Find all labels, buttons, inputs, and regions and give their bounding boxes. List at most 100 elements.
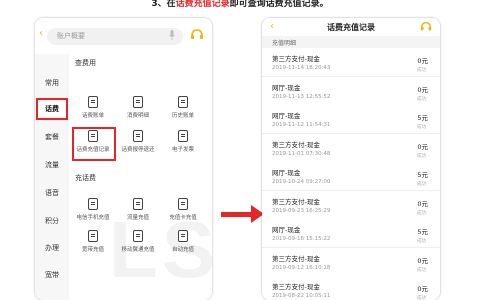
function-item[interactable]: 移动翼通充值 xyxy=(118,230,158,264)
function-panel: LSDY 查费用 充话费 话费账单消费明细历史账单话费充值记录话费报停退还电子发… xyxy=(69,54,212,300)
record-row[interactable]: 第三方支付-现金 2019-08-22 10:05:11 0元成功 xyxy=(262,276,440,300)
customer-service-icon[interactable] xyxy=(420,21,432,33)
history-bill-icon xyxy=(178,96,188,108)
category-sidebar: 常用 话费 套餐 流量 语音 积分 办理 宽带 xyxy=(35,54,69,300)
record-row[interactable]: 第三方支付-现金 2019-09-12 16:10:18 0元 成功 xyxy=(262,247,440,277)
function-item-label: 自动充值 xyxy=(171,247,194,253)
section-title-query: 查费用 xyxy=(75,59,96,67)
record-type: 网厅-现金 xyxy=(272,83,301,92)
record-time: 2019-08-22 10:05:11 xyxy=(272,293,331,299)
function-item[interactable]: 话费报停退还 xyxy=(118,130,158,164)
customer-service-icon[interactable] xyxy=(190,28,204,42)
invoice-icon xyxy=(178,130,188,142)
page-title: 话费充值记录 xyxy=(327,23,375,32)
highlight-box-recharge-record xyxy=(72,127,116,161)
record-type: 网厅-现金 xyxy=(272,169,301,177)
record-row[interactable]: 第三方支付-现金 2019-11-01 07:30:48 0元成功 xyxy=(262,133,440,163)
sidebar-item[interactable]: 积分 xyxy=(35,214,69,228)
section-title-recharge: 充话费 xyxy=(75,174,96,182)
card-recharge-icon xyxy=(178,198,188,210)
function-item-label: 历史账单 xyxy=(171,113,194,119)
record-amount: 5元 xyxy=(417,228,428,236)
record-status: 成功 xyxy=(417,182,426,187)
sidebar-item[interactable]: 套餐 xyxy=(35,130,69,144)
function-item-label: 电子发票 xyxy=(171,147,194,153)
phone-recharge-icon xyxy=(88,198,98,210)
record-status: 成功 xyxy=(417,267,426,273)
function-item[interactable]: 流量充值 xyxy=(118,198,158,232)
record-type: 第三方支付-现金 xyxy=(272,55,320,63)
records-subheader: 充值明细 xyxy=(262,36,440,48)
record-row[interactable]: 网厅-现金 2019-09-16 15:15:22 5元 成功 xyxy=(262,219,440,248)
search-placeholder: 账户概要 xyxy=(57,32,85,40)
function-item-label: 移动翼通充值 xyxy=(121,247,155,253)
phone-screen-records: ‹ 话费充值记录 充值明细 第三方支付-现金 2019-11-14 18:20:4… xyxy=(262,18,440,300)
search-input[interactable]: 账户概要 xyxy=(47,28,183,45)
record-time: 2019-09-16 15:15:22 xyxy=(272,236,331,242)
record-status: 成功 xyxy=(417,210,426,216)
record-amount: 0元 xyxy=(417,285,428,293)
record-time: 2019-11-12 11:54:31 xyxy=(272,122,331,128)
function-item-label: 宽带充值 xyxy=(81,247,104,253)
record-status: 成功 xyxy=(417,125,426,130)
function-item[interactable]: 话费账单 xyxy=(73,96,113,130)
function-item-label: 话费账单 xyxy=(81,113,104,119)
record-row[interactable]: 网厅-现金 2019-11-13 12:55:52 0元成功 xyxy=(262,76,440,106)
record-status: 成功 xyxy=(417,153,426,159)
sidebar-item[interactable]: 办理 xyxy=(35,241,69,255)
app-header: ‹ 账户概要 xyxy=(35,18,212,54)
highlight-box-sidebar xyxy=(36,98,68,120)
function-item[interactable]: 电子发票 xyxy=(163,130,203,164)
record-status: 成功 xyxy=(417,296,426,300)
record-type: 第三方支付-现金 xyxy=(272,283,320,291)
mobile-recharge-icon xyxy=(133,230,143,242)
function-item[interactable]: 自动充值 xyxy=(163,230,203,264)
record-type: 第三方支付-现金 xyxy=(272,140,320,149)
records-header: ‹ 话费充值记录 xyxy=(262,18,440,36)
sidebar-item[interactable]: 宽带 xyxy=(35,268,69,282)
record-row[interactable]: 网厅-现金 2019-11-12 11:54:31 5元成功 xyxy=(262,105,440,134)
record-time: 2019-11-13 12:55:52 xyxy=(272,93,331,100)
record-status: 成功 xyxy=(417,68,426,73)
arrow-shaft xyxy=(221,212,253,217)
bill-icon xyxy=(88,96,98,108)
record-row[interactable]: 网厅-现金 2019-10-24 09:27:00 5元 成功 xyxy=(262,162,440,191)
sidebar-item[interactable]: 语音 xyxy=(35,186,69,200)
back-icon[interactable]: ‹ xyxy=(39,28,43,39)
record-time: 2019-11-14 18:20:43 xyxy=(272,65,331,71)
broadband-recharge-icon xyxy=(88,230,98,242)
record-amount: 0元 xyxy=(417,256,428,265)
phone-screen-menu: ‹ 账户概要 常用话费套餐流量语音积分办理宽带 LSDY 查费用 充话费 话费账… xyxy=(35,18,212,300)
sidebar-item[interactable]: 流量 xyxy=(35,158,69,172)
record-type: 网厅-现金 xyxy=(272,112,301,120)
function-item-label: 话费报停退还 xyxy=(121,147,155,153)
microphone-icon[interactable] xyxy=(169,30,175,40)
function-item-label: 充值卡充值 xyxy=(169,215,197,221)
function-item-label: 消费明细 xyxy=(126,113,149,119)
record-row[interactable]: 第三方支付-现金 2019-11-14 18:20:43 0元成功 xyxy=(262,48,440,77)
function-item[interactable]: 历史账单 xyxy=(163,96,203,130)
caption-suffix: 即可查询话费充值记录。 xyxy=(229,0,329,9)
refund-icon xyxy=(133,130,143,142)
record-time: 2019-11-01 07:30:48 xyxy=(272,150,331,157)
caption-prefix: 3、在 xyxy=(151,0,176,9)
record-amount: 5元 xyxy=(417,114,428,122)
record-status: 成功 xyxy=(417,239,426,244)
record-status: 成功 xyxy=(417,96,426,102)
auto-recharge-icon xyxy=(178,230,188,242)
function-item[interactable]: 消费明细 xyxy=(118,96,158,130)
record-amount: 0元 xyxy=(417,57,428,65)
data-recharge-icon xyxy=(133,198,143,210)
record-amount: 0元 xyxy=(417,199,428,208)
caption-highlight: 话费充值记录 xyxy=(175,0,230,9)
record-time: 2019-09-12 16:10:18 xyxy=(272,264,331,271)
record-amount: 0元 xyxy=(417,142,428,151)
record-row[interactable]: 第三方支付-现金 2019-09-23 16:25:29 0元 成功 xyxy=(262,190,440,220)
records-subtitle: 充值明细 xyxy=(272,40,297,47)
function-item[interactable]: 充值卡充值 xyxy=(163,198,203,232)
function-item-label: 流量充值 xyxy=(126,215,149,221)
function-item[interactable]: 宽带充值 xyxy=(73,230,113,264)
sidebar-item[interactable]: 常用 xyxy=(35,76,69,90)
record-amount: 0元 xyxy=(417,85,428,94)
function-item[interactable]: 电信手机充值 xyxy=(73,198,113,232)
